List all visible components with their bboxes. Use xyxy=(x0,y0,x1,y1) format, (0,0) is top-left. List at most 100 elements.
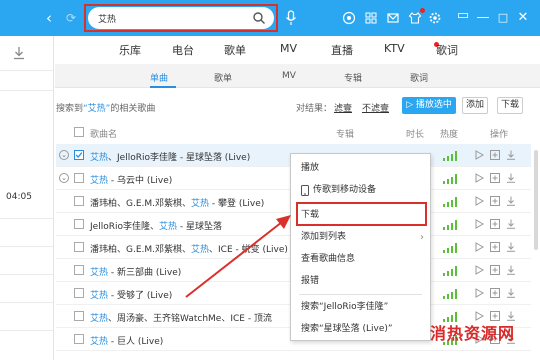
download-icon[interactable] xyxy=(506,288,516,298)
song-title[interactable]: 艾热、JelloRio李佳隆 - 星球坠落 (Live) xyxy=(90,150,250,163)
row-checkbox[interactable] xyxy=(74,150,84,160)
play-icon[interactable] xyxy=(474,265,484,275)
expand-icon[interactable]: ⌄ xyxy=(59,150,69,160)
result-filter-label: 对结果： xyxy=(296,104,333,114)
mail-icon[interactable] xyxy=(386,11,400,25)
row-checkbox[interactable] xyxy=(74,288,84,298)
play-selected-button[interactable]: ▷ 播放选中 xyxy=(402,97,456,114)
tab-playlist[interactable]: 歌单 xyxy=(224,42,246,58)
tab-library[interactable]: 乐库 xyxy=(119,42,141,58)
subtab-mv[interactable]: MV xyxy=(282,71,296,81)
result-keyword: “艾热” xyxy=(83,104,111,114)
song-title[interactable]: 艾热 - 乌云中 (Live) xyxy=(90,173,172,186)
song-title[interactable]: 艾热 - 受够了 (Live) xyxy=(90,288,172,301)
play-icon[interactable] xyxy=(474,150,484,160)
heat-signal-icon xyxy=(443,220,457,230)
chevron-right-icon: › xyxy=(420,232,424,243)
tab-mv[interactable]: MV xyxy=(280,42,297,55)
ctx-search-song[interactable]: 搜索“星球坠落 (Live)” xyxy=(291,319,430,340)
song-title-rest: 、ICE - 蜕变 (Live) xyxy=(209,245,288,255)
settings-gear-icon[interactable] xyxy=(428,11,442,25)
song-title[interactable]: 艾热 - 巨人 (Live) xyxy=(90,334,163,347)
row-checkbox[interactable] xyxy=(74,265,84,275)
ctx-search-artist[interactable]: 搜索“JelloRio李佳隆” xyxy=(291,297,430,318)
ctx-report[interactable]: 报错 xyxy=(291,271,430,292)
filter-option-2[interactable]: 不滤壹 xyxy=(362,101,389,114)
tab-radio[interactable]: 电台 xyxy=(172,42,194,58)
song-keyword: 艾热 xyxy=(191,199,210,209)
tab-lyrics[interactable]: 歌词 xyxy=(436,42,458,58)
heat-signal-icon xyxy=(443,289,457,299)
song-title[interactable]: JelloRio李佳隆、艾热 - 星球坠落 xyxy=(90,219,222,232)
download-icon[interactable] xyxy=(506,196,516,206)
add-icon[interactable] xyxy=(490,196,500,206)
add-icon[interactable] xyxy=(490,173,500,183)
row-checkbox[interactable] xyxy=(74,173,84,183)
heat-signal-icon xyxy=(443,243,457,253)
ctx-song-info[interactable]: 查看歌曲信息 xyxy=(291,249,430,270)
microphone-icon[interactable] xyxy=(284,10,298,26)
ctx-add-to-list[interactable]: 添加到列表 › xyxy=(291,227,430,248)
row-checkbox[interactable] xyxy=(74,219,84,229)
refresh-button[interactable]: ⟳ xyxy=(62,9,80,27)
table-header: 歌曲名 专辑 时长 热度 操作 xyxy=(56,122,531,142)
tab-ktv[interactable]: KTV xyxy=(384,42,405,55)
subtab-albums[interactable]: 专辑 xyxy=(344,71,362,84)
download-icon[interactable] xyxy=(12,46,26,60)
subtab-playlists[interactable]: 歌单 xyxy=(214,71,232,84)
ctx-play[interactable]: 播放 xyxy=(291,158,430,179)
play-icon[interactable] xyxy=(474,242,484,252)
play-selected-label: 播放选中 xyxy=(415,100,452,110)
ctx-separator xyxy=(299,294,422,295)
add-icon[interactable] xyxy=(490,288,500,298)
back-button[interactable]: ‹ xyxy=(40,9,58,27)
song-title[interactable]: 潘玮柏、G.E.M.邓紫棋、艾热、ICE - 蜕变 (Live) xyxy=(90,242,288,255)
download-icon[interactable] xyxy=(506,150,516,160)
expand-icon[interactable]: ⌄ xyxy=(59,173,69,183)
download-button[interactable]: 下载 xyxy=(497,97,523,114)
header-ops: 操作 xyxy=(490,130,509,140)
minimize-button[interactable]: — xyxy=(476,9,490,27)
song-keyword: 艾热 xyxy=(90,153,109,163)
close-button[interactable]: ✕ xyxy=(516,9,530,27)
subtab-songs[interactable]: 单曲 xyxy=(150,71,168,84)
song-keyword: 艾热 xyxy=(191,245,210,255)
subtab-lyrics[interactable]: 歌词 xyxy=(410,71,428,84)
skin-shirt-icon[interactable] xyxy=(408,11,422,25)
add-icon[interactable] xyxy=(490,150,500,160)
add-icon[interactable] xyxy=(490,265,500,275)
row-checkbox[interactable] xyxy=(74,334,84,344)
download-icon[interactable] xyxy=(506,242,516,252)
song-title-rest: 、JelloRio李佳隆 - 星球坠落 (Live) xyxy=(108,153,251,163)
left-panel: 04:05 xyxy=(0,36,54,360)
download-icon[interactable] xyxy=(506,173,516,183)
mini-mode-button[interactable]: ▭ xyxy=(456,7,470,25)
left-panel-divider xyxy=(0,90,53,91)
add-button[interactable]: 添加 xyxy=(462,97,488,114)
apps-grid-icon[interactable] xyxy=(364,11,378,25)
tab-live[interactable]: 直播 xyxy=(331,42,353,58)
scrollbar[interactable] xyxy=(534,150,538,250)
ctx-send-mobile[interactable]: 传歌到移动设备 xyxy=(291,180,430,201)
song-title[interactable]: 潘玮柏、G.E.M.邓紫棋、艾热 - 攀登 (Live) xyxy=(90,196,264,209)
playlist-time: 04:05 xyxy=(6,192,32,202)
add-icon[interactable] xyxy=(490,219,500,229)
row-checkbox[interactable] xyxy=(74,311,84,321)
download-icon[interactable] xyxy=(506,219,516,229)
song-title[interactable]: 艾热 - 新三部曲 (Live) xyxy=(90,265,181,278)
play-icon[interactable] xyxy=(474,196,484,206)
target-icon[interactable] xyxy=(342,11,356,25)
play-icon[interactable] xyxy=(474,219,484,229)
row-checkbox[interactable] xyxy=(74,242,84,252)
add-icon[interactable] xyxy=(490,242,500,252)
row-checkbox[interactable] xyxy=(74,196,84,206)
song-title[interactable]: 艾热、周汤豪、王齐铭WatchMe、ICE - 顶流 xyxy=(90,311,272,324)
song-title-rest: - 乌云中 (Live) xyxy=(108,176,173,186)
maximize-button[interactable]: □ xyxy=(496,9,510,27)
filter-option-1[interactable]: 滤壹 xyxy=(334,101,352,114)
play-icon[interactable] xyxy=(474,288,484,298)
download-icon[interactable] xyxy=(506,265,516,275)
song-keyword: 艾热 xyxy=(90,268,109,278)
play-icon[interactable] xyxy=(474,173,484,183)
select-all-checkbox[interactable] xyxy=(74,127,84,137)
